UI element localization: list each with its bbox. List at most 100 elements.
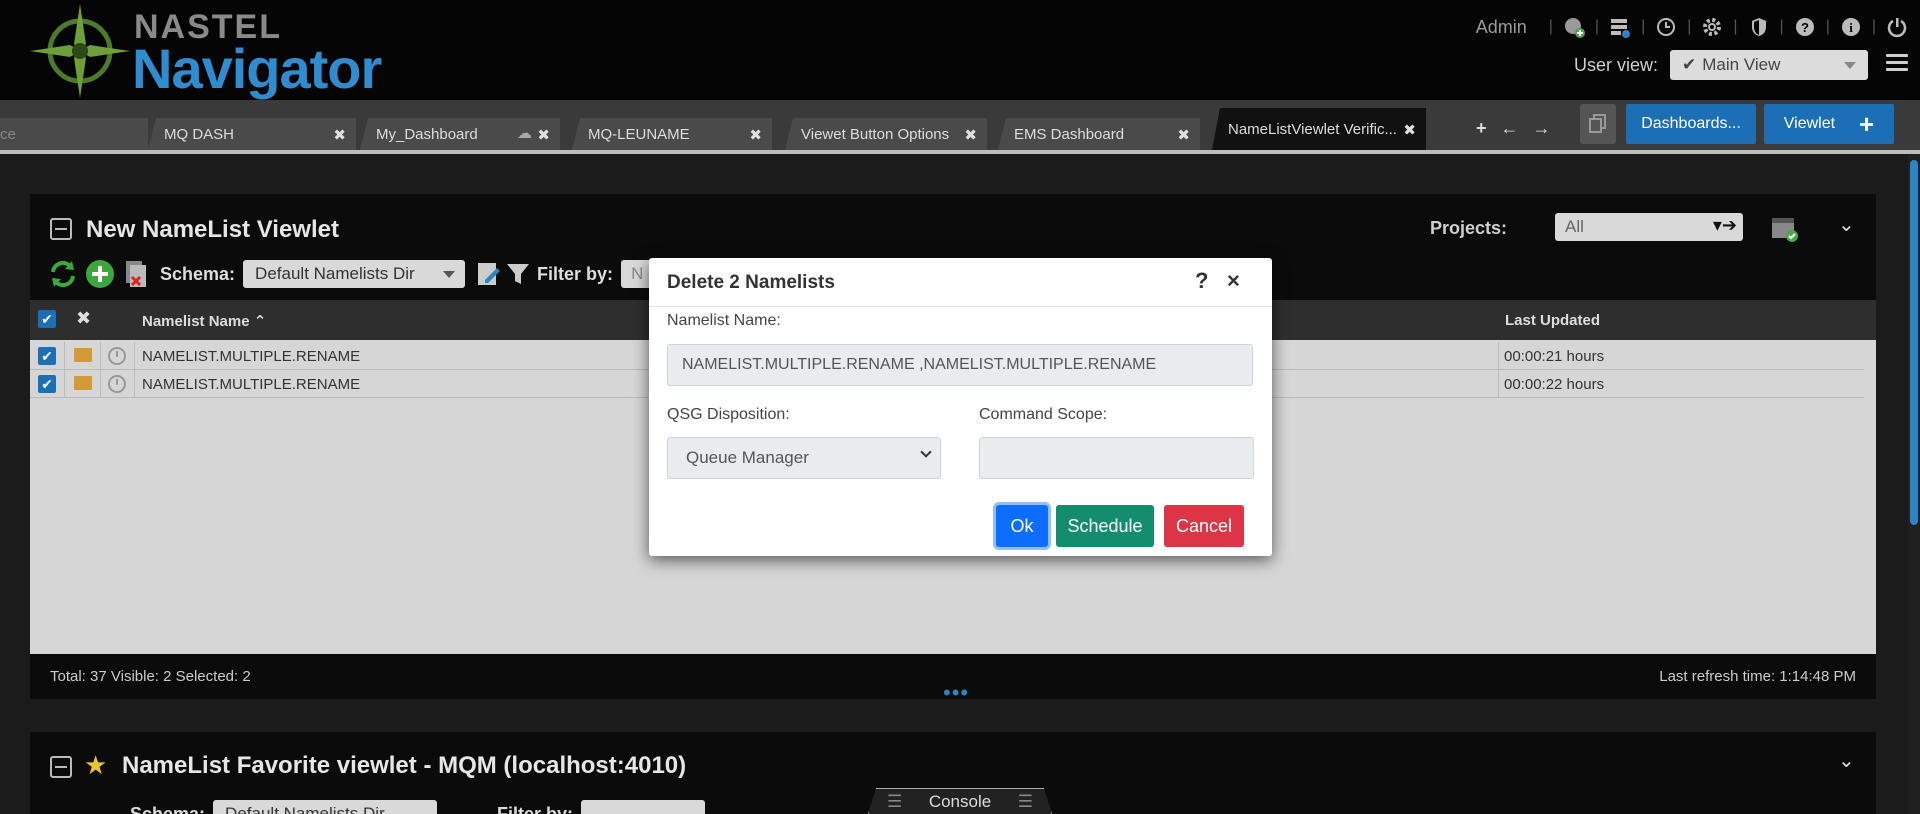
admin-user-label[interactable]: Admin — [1476, 17, 1527, 38]
tab-close-icon[interactable]: ✖ — [1403, 121, 1416, 139]
tab-namelistviewlet-verification[interactable]: NameListViewlet Verific... ✖ — [1212, 108, 1426, 150]
cancel-button[interactable]: Cancel — [1164, 505, 1244, 547]
plus-icon: + — [1859, 108, 1875, 139]
refresh-icon[interactable] — [48, 259, 78, 289]
filter-label: Filter by: — [497, 803, 574, 814]
cloud-download-icon[interactable]: ☁ — [517, 124, 532, 142]
clock-icon[interactable] — [1653, 14, 1679, 40]
tab-viewet-button-options[interactable]: Viewet Button Options ✖ — [785, 118, 987, 150]
column-header-namelist-name[interactable]: Namelist Name ⌃ — [142, 312, 266, 330]
nastel-compass-logo — [30, 4, 130, 98]
caret-down-icon — [1844, 62, 1856, 69]
selection-summary: Total: 37 Visible: 2 Selected: 2 — [50, 668, 251, 685]
tab-underline-strip — [0, 150, 1920, 154]
prev-tab-icon[interactable]: ← — [1501, 118, 1519, 139]
select-all-checkbox[interactable]: ✔ — [38, 310, 56, 328]
schema-label: Schema: — [130, 803, 206, 814]
delete-namelists-dialog: Delete 2 Namelists ? × Namelist Name: NA… — [649, 258, 1272, 556]
hamburger-menu-icon[interactable] — [1886, 54, 1908, 75]
page-scrollbar-thumb[interactable] — [1910, 160, 1918, 525]
tab-close-icon[interactable]: ✖ — [964, 126, 977, 144]
tab-close-icon[interactable]: ✖ — [749, 126, 762, 144]
clock-icon[interactable] — [108, 347, 126, 365]
collapse-icon[interactable] — [50, 218, 72, 240]
top-toolbar: Admin | | | | | | ? | i | — [1476, 12, 1910, 42]
info-icon[interactable]: i — [1838, 14, 1864, 40]
row-checkbox[interactable]: ✔ — [38, 375, 56, 393]
last-updated-cell: 00:00:22 hours — [1504, 376, 1605, 393]
tab-mq-leuname[interactable]: MQ-LEUNAME ✖ — [572, 118, 772, 150]
user-view-select[interactable]: ✔ Main View — [1670, 50, 1868, 80]
schedule-button[interactable]: Schedule — [1056, 505, 1154, 547]
viewlet-toolbar: Schema: Default Namelists Dir Filter by:… — [48, 258, 662, 290]
tab-my-dashboard[interactable]: My_Dashboard ☁ ✖ — [360, 118, 560, 150]
namelist-name-cell: NAMELIST.MULTIPLE.RENAME — [142, 376, 361, 393]
help-icon[interactable]: ? — [1195, 268, 1208, 294]
power-icon[interactable] — [1884, 14, 1910, 40]
dashboards-button[interactable]: Dashboards... — [1626, 104, 1756, 144]
namelist-name-field[interactable]: NAMELIST.MULTIPLE.RENAME ,NAMELIST.MULTI… — [667, 344, 1253, 386]
tab-mq-dash[interactable]: MQ DASH ✖ — [148, 118, 356, 150]
chevron-down-icon[interactable]: ⌄ — [1838, 212, 1855, 237]
help-icon[interactable]: ? — [1792, 14, 1818, 40]
svg-text:i: i — [1849, 20, 1853, 35]
tab-ce[interactable]: ce — [0, 118, 148, 150]
tab-close-icon[interactable]: ✖ — [1177, 126, 1190, 144]
resize-handle-icon[interactable]: ••• — [943, 680, 969, 706]
folder-icon[interactable] — [74, 376, 92, 390]
brand-main-text: Navigator — [132, 37, 382, 100]
column-header-last-updated[interactable]: Last Updated — [1505, 312, 1600, 329]
viewlet2-toolbar: Schema: Default Namelists Dir Filter by: — [68, 800, 706, 814]
shield-icon[interactable] — [1746, 14, 1772, 40]
drag-handle-icon: ☰ — [887, 792, 903, 811]
command-scope-label: Command Scope: — [979, 406, 1108, 423]
add-icon[interactable] — [84, 258, 116, 290]
chevron-down-icon — [920, 446, 932, 458]
gear-icon[interactable] — [1699, 14, 1725, 40]
last-refresh-time: Last refresh time: 1:14:48 PM — [1659, 668, 1856, 685]
clear-selection-icon[interactable]: ✖ — [76, 308, 91, 329]
export-settings-icon[interactable] — [1770, 214, 1800, 244]
last-updated-cell: 00:00:21 hours — [1504, 348, 1605, 365]
row-checkbox[interactable]: ✔ — [38, 347, 56, 365]
clock-icon[interactable] — [108, 375, 126, 393]
tab-nav-actions: + ← → — [1476, 118, 1551, 139]
add-tab-icon[interactable]: + — [1476, 118, 1487, 139]
command-scope-field[interactable] — [979, 437, 1254, 479]
collapse-icon[interactable] — [50, 756, 72, 778]
close-icon[interactable]: × — [1227, 268, 1240, 294]
console-tab[interactable]: ☰ Console ☰ — [868, 788, 1052, 814]
ok-button[interactable]: Ok — [996, 505, 1048, 547]
drag-handle-icon: ☰ — [1017, 792, 1033, 811]
star-icon[interactable]: ★ — [84, 750, 107, 781]
user-view-value: Main View — [1702, 55, 1781, 74]
schema-select[interactable]: Default Namelists Dir — [243, 260, 466, 288]
projects-select[interactable]: All ▾➔ — [1555, 213, 1743, 241]
edit-schema-icon[interactable] — [475, 260, 503, 288]
filter-label: Filter by: — [537, 263, 614, 284]
tab-ems-dashboard[interactable]: EMS Dashboard ✖ — [998, 118, 1200, 150]
filter-icon[interactable] — [505, 261, 531, 287]
svg-text:?: ? — [1801, 20, 1809, 35]
viewlet-title: New NameList Viewlet — [86, 216, 339, 243]
app-header: NASTEL Navigator Admin | | | | | | ? | i — [0, 0, 1920, 100]
schema-select[interactable]: Default Namelists Dir — [213, 800, 438, 814]
projects-label: Projects: — [1430, 218, 1508, 238]
globe-plus-icon[interactable] — [1561, 14, 1587, 40]
next-tab-icon[interactable]: → — [1533, 118, 1551, 139]
delete-file-icon[interactable] — [122, 259, 150, 289]
user-view-selector: User view: ✔ Main View — [1574, 50, 1868, 80]
schema-label: Schema: — [160, 263, 236, 284]
check-icon: ✔ — [1682, 55, 1697, 74]
namelist-name-cell: NAMELIST.MULTIPLE.RENAME — [142, 348, 361, 365]
tab-close-icon[interactable]: ✖ — [537, 126, 550, 144]
add-viewlet-button[interactable]: Viewlet + — [1764, 104, 1894, 144]
copy-dashboard-button[interactable] — [1580, 104, 1616, 144]
filter-input[interactable] — [581, 800, 706, 814]
folder-icon[interactable] — [74, 348, 92, 362]
user-view-label: User view: — [1573, 54, 1658, 75]
chevron-down-icon[interactable]: ⌄ — [1838, 748, 1855, 773]
tab-close-icon[interactable]: ✖ — [333, 126, 346, 144]
qsg-disposition-select[interactable]: Queue Manager — [667, 437, 941, 479]
server-icon[interactable] — [1607, 14, 1633, 40]
